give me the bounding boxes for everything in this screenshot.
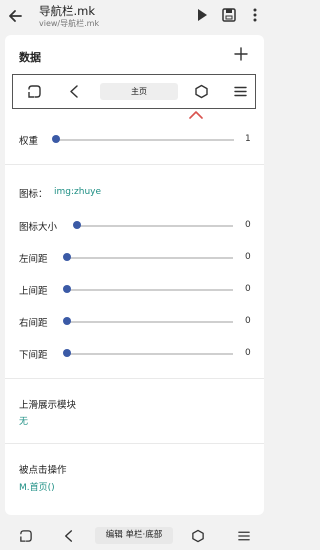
top-margin-label: 上间距	[19, 286, 48, 297]
icon-size-slider-thumb[interactable]	[73, 221, 81, 229]
properties-card: 数据 主页 权重 1 图标： img:zhuye 图标大小 0 左间距 0 上间…	[5, 35, 264, 515]
swipe-module-value-link[interactable]: 无	[19, 414, 28, 427]
navbar-preview[interactable]: 主页	[12, 74, 256, 109]
top-bar: 导航栏.mk view/导航栏.mk	[0, 0, 269, 34]
file-path: view/导航栏.mk	[39, 19, 100, 28]
icon-label: 图标：	[19, 189, 48, 200]
back-icon[interactable]	[62, 529, 76, 543]
weight-label: 权重	[19, 136, 39, 147]
click-action-label: 被点击操作	[19, 465, 67, 476]
bottom-margin-slider-track[interactable]	[67, 353, 233, 355]
menu-icon[interactable]	[233, 84, 248, 99]
icon-size-value: 0	[245, 220, 251, 230]
bottom-margin-value: 0	[245, 348, 251, 358]
back-arrow-icon[interactable]	[6, 6, 26, 26]
right-margin-slider-thumb[interactable]	[63, 317, 71, 325]
right-margin-slider-track[interactable]	[67, 321, 233, 323]
menu-icon[interactable]	[237, 529, 251, 543]
edit-navbar-button[interactable]: 编辑 单栏·底部	[95, 527, 173, 544]
weight-value: 1	[245, 134, 251, 144]
icon-size-slider-track[interactable]	[77, 225, 233, 227]
home-hexagon-icon[interactable]	[194, 84, 209, 99]
more-vertical-icon[interactable]	[247, 7, 263, 23]
click-action-value-link[interactable]: M.首页()	[19, 480, 55, 493]
icon-size-label: 图标大小	[19, 222, 58, 233]
bottom-margin-label: 下间距	[19, 350, 48, 361]
top-margin-slider-track[interactable]	[67, 289, 233, 291]
recent-apps-icon[interactable]	[19, 529, 33, 543]
left-margin-slider-track[interactable]	[67, 257, 233, 259]
save-icon[interactable]	[221, 7, 237, 23]
swipe-module-label: 上滑展示模块	[19, 400, 77, 411]
right-margin-value: 0	[245, 316, 251, 326]
home-tab[interactable]: 主页	[100, 83, 178, 100]
divider	[5, 443, 264, 444]
left-margin-value: 0	[245, 252, 251, 262]
right-margin-label: 右间距	[19, 318, 48, 329]
icon-value-link[interactable]: img:zhuye	[54, 187, 101, 197]
bottom-bar: 编辑 单栏·底部	[0, 522, 269, 550]
top-margin-value: 0	[245, 284, 251, 294]
recent-apps-icon[interactable]	[27, 84, 42, 99]
bottom-margin-slider-thumb[interactable]	[63, 349, 71, 357]
section-title: 数据	[19, 51, 41, 64]
divider	[5, 378, 264, 379]
page-title: 导航栏.mk	[39, 4, 96, 18]
add-icon[interactable]	[233, 46, 249, 62]
weight-slider-track[interactable]	[56, 139, 234, 141]
left-margin-slider-thumb[interactable]	[63, 253, 71, 261]
weight-slider-thumb[interactable]	[52, 135, 60, 143]
divider	[5, 164, 264, 165]
left-margin-label: 左间距	[19, 254, 48, 265]
home-hexagon-icon[interactable]	[191, 529, 205, 543]
back-icon[interactable]	[67, 84, 82, 99]
top-margin-slider-thumb[interactable]	[63, 285, 71, 293]
selection-caret-icon	[189, 111, 203, 119]
play-icon[interactable]	[194, 7, 210, 23]
